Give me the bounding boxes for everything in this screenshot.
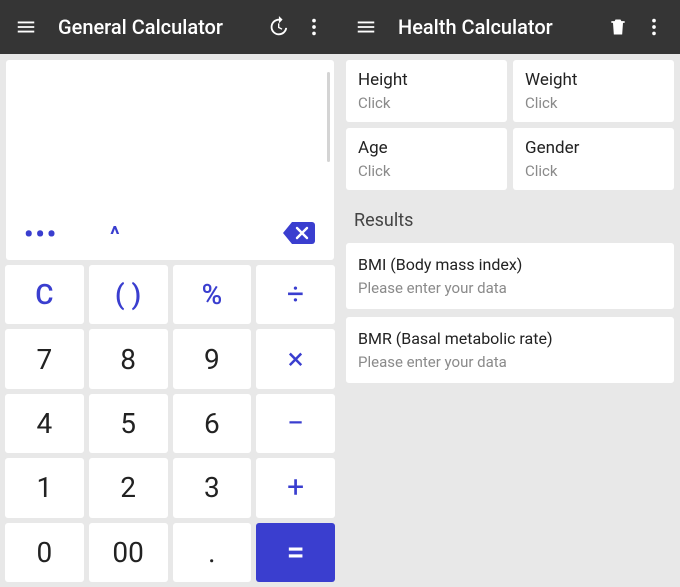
key-dot[interactable]: . bbox=[173, 523, 252, 582]
input-label: Age bbox=[358, 138, 495, 158]
health-inputs: Height Click Weight Click Age Click Gend… bbox=[340, 54, 680, 196]
appbar-left: General Calculator bbox=[0, 0, 340, 54]
power-button[interactable]: ^ bbox=[110, 223, 120, 248]
result-bmr: BMR (Basal metabolic rate) Please enter … bbox=[346, 317, 674, 383]
key-equals[interactable]: = bbox=[256, 523, 335, 582]
result-title: BMR (Basal metabolic rate) bbox=[358, 329, 662, 348]
key-0[interactable]: 0 bbox=[5, 523, 84, 582]
result-title: BMI (Body mass index) bbox=[358, 255, 662, 274]
key-4[interactable]: 4 bbox=[5, 394, 84, 453]
key-parentheses[interactable]: ( ) bbox=[89, 265, 168, 324]
input-label: Height bbox=[358, 70, 495, 90]
history-icon[interactable] bbox=[260, 9, 296, 45]
input-weight[interactable]: Weight Click bbox=[513, 60, 674, 122]
result-subtitle: Please enter your data bbox=[358, 279, 662, 297]
input-gender[interactable]: Gender Click bbox=[513, 128, 674, 190]
input-hint: Click bbox=[358, 94, 495, 112]
general-calculator-pane: General Calculator ••• ^ C ( ) bbox=[0, 0, 340, 587]
results-header: Results bbox=[340, 196, 680, 243]
key-7[interactable]: 7 bbox=[5, 329, 84, 388]
delete-icon[interactable] bbox=[600, 9, 636, 45]
key-00[interactable]: 00 bbox=[89, 523, 168, 582]
key-2[interactable]: 2 bbox=[89, 458, 168, 517]
key-3[interactable]: 3 bbox=[173, 458, 252, 517]
secondary-row: ••• ^ bbox=[6, 220, 334, 260]
key-9[interactable]: 9 bbox=[173, 329, 252, 388]
more-icon-left[interactable] bbox=[296, 9, 332, 45]
key-percent[interactable]: % bbox=[173, 265, 252, 324]
appbar-right: Health Calculator bbox=[340, 0, 680, 54]
key-1[interactable]: 1 bbox=[5, 458, 84, 517]
input-hint: Click bbox=[525, 162, 662, 180]
input-age[interactable]: Age Click bbox=[346, 128, 507, 190]
key-minus[interactable]: − bbox=[256, 394, 335, 453]
more-functions-button[interactable]: ••• bbox=[24, 222, 58, 248]
backspace-button[interactable] bbox=[282, 220, 316, 250]
result-bmi: BMI (Body mass index) Please enter your … bbox=[346, 243, 674, 309]
key-divide[interactable]: ÷ bbox=[256, 265, 335, 324]
key-8[interactable]: 8 bbox=[89, 329, 168, 388]
key-multiply[interactable]: × bbox=[256, 329, 335, 388]
keypad: C ( ) % ÷ 7 8 9 × 4 5 6 − 1 2 3 + 0 00 .… bbox=[0, 260, 340, 587]
calculator-display[interactable]: ••• ^ bbox=[6, 60, 334, 260]
menu-icon[interactable] bbox=[8, 9, 44, 45]
input-label: Gender bbox=[525, 138, 662, 158]
input-height[interactable]: Height Click bbox=[346, 60, 507, 122]
key-clear[interactable]: C bbox=[5, 265, 84, 324]
key-6[interactable]: 6 bbox=[173, 394, 252, 453]
health-calculator-pane: Health Calculator Height Click Weight Cl… bbox=[340, 0, 680, 587]
input-label: Weight bbox=[525, 70, 662, 90]
appbar-title-left: General Calculator bbox=[58, 15, 260, 39]
result-subtitle: Please enter your data bbox=[358, 353, 662, 371]
menu-icon-right[interactable] bbox=[348, 9, 384, 45]
appbar-title-right: Health Calculator bbox=[398, 15, 600, 39]
scroll-indicator bbox=[327, 72, 330, 162]
input-hint: Click bbox=[358, 162, 495, 180]
input-hint: Click bbox=[525, 94, 662, 112]
key-plus[interactable]: + bbox=[256, 458, 335, 517]
key-5[interactable]: 5 bbox=[89, 394, 168, 453]
more-icon-right[interactable] bbox=[636, 9, 672, 45]
